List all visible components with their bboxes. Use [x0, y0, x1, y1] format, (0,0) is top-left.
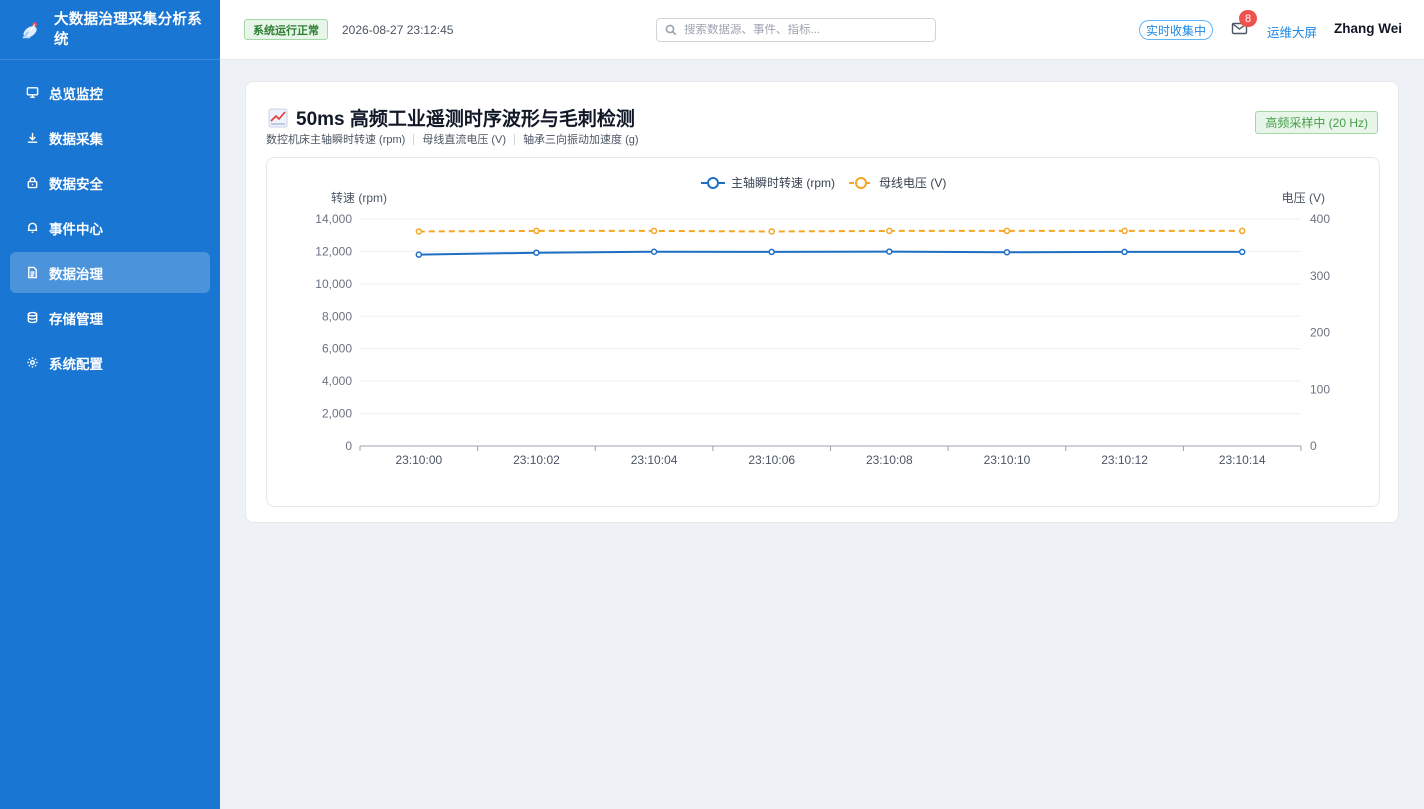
y-right-tick-label: 0 [1310, 439, 1317, 453]
legend-label: 母线电压 (V) [879, 176, 946, 190]
sidebar-item-security[interactable]: 数据安全 [10, 162, 210, 203]
monitor-icon [25, 86, 39, 100]
satellite-dish-icon [22, 21, 37, 38]
sidebar-item-overview[interactable]: 总览监控 [10, 72, 210, 113]
y-left-tick-label: 6,000 [322, 342, 352, 356]
user-name[interactable]: Zhang Wei [1334, 21, 1402, 36]
download-icon [25, 131, 39, 145]
series-point [415, 228, 423, 235]
search-icon [665, 24, 677, 36]
series-point [1121, 227, 1128, 235]
x-tick-label: 23:10:08 [866, 453, 913, 467]
sidebar-item-storage[interactable]: 存储管理 [10, 297, 210, 338]
y-right-axis-label: 电压 (V) [1282, 191, 1325, 205]
x-tick-label: 23:10:12 [1101, 453, 1148, 467]
sidebar-item-label: 数据安全 [49, 176, 103, 192]
gear-icon [25, 356, 39, 370]
sidebar: 大数据治理采集分析系统 总览监控 数据采集 数据安全 事件中心 数据治理 存储管… [0, 0, 220, 809]
chart-increasing-icon [268, 108, 288, 127]
search-input[interactable] [684, 24, 924, 36]
subtitle-divider [514, 133, 516, 145]
top-header: 系统运行正常 2026-08-27 23:12:45 实时收集中 8 运维大屏 … [220, 0, 1424, 60]
legend-swatch-marker [855, 177, 867, 189]
series-point [1003, 227, 1011, 235]
telemetry-line-chart[interactable]: 0 2,000 4,000 6,000 8,000 10,000 12,000 14,000 0… [267, 158, 1379, 506]
x-tick-label: 23:10:14 [1219, 453, 1266, 467]
y-left-tick-label: 10,000 [315, 277, 352, 291]
sidebar-item-label: 事件中心 [49, 221, 103, 237]
y-right-tick-label: 400 [1310, 212, 1330, 226]
series-line [418, 229, 1243, 233]
series-line [418, 250, 1243, 256]
y-left-tick-label: 14,000 [315, 212, 352, 226]
sidebar-item-label: 数据采集 [49, 131, 103, 147]
x-tick-label: 23:10:00 [395, 453, 442, 467]
search-box[interactable] [656, 18, 936, 42]
document-icon [25, 266, 39, 280]
y-right-tick-label: 100 [1310, 382, 1330, 396]
series-point [1238, 227, 1246, 235]
sidebar-item-label: 总览监控 [49, 86, 103, 102]
chart-container: 0 2,000 4,000 6,000 8,000 10,000 12,000 14,000 0… [266, 157, 1380, 507]
sidebar-item-label: 数据治理 [49, 266, 103, 282]
series-point [650, 227, 658, 235]
series-point [415, 251, 423, 258]
y-left-tick-label: 0 [345, 439, 352, 453]
lock-icon [25, 176, 39, 190]
sidebar-nav: 总览监控 数据采集 数据安全 事件中心 数据治理 存储管理 系统配置 [0, 60, 220, 383]
legend-label: 主轴瞬时转速 (rpm) [731, 175, 835, 190]
app-title: 大数据治理采集分析系统 [54, 11, 202, 48]
y-left-axis-label: 转速 (rpm) [331, 190, 387, 205]
y-right-tick-label: 300 [1310, 269, 1330, 283]
series-point [886, 227, 893, 235]
telemetry-card: 50ms 高频工业遥测时序波形与毛刺检测 数控机床主轴瞬时转速 (rpm) 母线… [245, 81, 1399, 523]
x-tick-label: 23:10:10 [984, 453, 1031, 467]
subtitle-item: 轴承三向振动加速度 (g) [523, 134, 639, 146]
card-subtitle: 数控机床主轴瞬时转速 (rpm) 母线直流电压 (V) 轴承三向振动加速度 (g… [266, 131, 639, 147]
bell-icon [25, 221, 39, 235]
x-tick-label: 23:10:06 [748, 453, 795, 467]
series-point [768, 248, 775, 256]
sidebar-item-governance[interactable]: 数据治理 [10, 252, 210, 293]
y-left-tick-label: 8,000 [322, 309, 352, 323]
sampling-badge: 高频采样中 (20 Hz) [1255, 111, 1378, 134]
sidebar-item-label: 存储管理 [49, 311, 103, 327]
sidebar-item-collection[interactable]: 数据采集 [10, 117, 210, 158]
card-title-text: 50ms 高频工业遥测时序波形与毛刺检测 [296, 109, 635, 130]
series-point [533, 227, 540, 235]
sidebar-item-events[interactable]: 事件中心 [10, 207, 210, 248]
series-point [1238, 248, 1246, 256]
x-tick-label: 23:10:02 [513, 453, 560, 467]
system-status-badge: 系统运行正常 [244, 19, 328, 40]
series-point [886, 248, 893, 255]
legend-swatch-marker [707, 177, 719, 189]
ops-dashboard-link[interactable]: 运维大屏 [1267, 22, 1317, 41]
series-point [1003, 248, 1011, 256]
series-point [650, 248, 658, 256]
database-icon [25, 311, 39, 325]
series-point [768, 228, 775, 235]
header-datetime: 2026-08-27 23:12:45 [342, 22, 454, 37]
sidebar-item-label: 系统配置 [49, 356, 103, 372]
y-left-tick-label: 2,000 [322, 407, 352, 421]
y-left-tick-label: 4,000 [322, 374, 352, 388]
subtitle-divider [413, 133, 415, 145]
realtime-collecting-badge[interactable]: 实时收集中 [1139, 20, 1214, 40]
subtitle-item: 数控机床主轴瞬时转速 (rpm) [266, 134, 406, 146]
subtitle-item: 母线直流电压 (V) [422, 134, 507, 146]
card-title: 50ms 高频工业遥测时序波形与毛刺检测 [268, 104, 635, 131]
series-point [533, 249, 540, 256]
series-point [1121, 248, 1128, 256]
notification-count-badge: 8 [1239, 10, 1257, 27]
y-left-tick-label: 12,000 [315, 244, 352, 258]
x-tick-label: 23:10:04 [631, 453, 678, 467]
y-right-tick-label: 200 [1310, 326, 1330, 340]
brand: 大数据治理采集分析系统 [0, 0, 220, 60]
sidebar-item-settings[interactable]: 系统配置 [10, 342, 210, 383]
